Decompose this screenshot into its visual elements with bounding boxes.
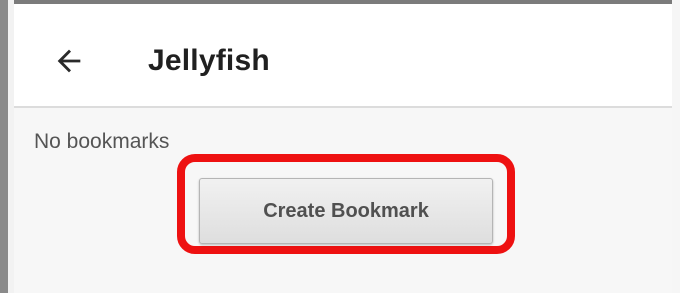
bookmarks-screen: Jellyfish No bookmarks Create Bookmark	[0, 0, 680, 301]
window-left-border	[0, 0, 14, 301]
bookmarks-content: No bookmarks Create Bookmark	[14, 108, 672, 293]
window-right-edge	[672, 0, 680, 301]
page-title: Jellyfish	[148, 44, 270, 77]
empty-state-text: No bookmarks	[34, 130, 170, 153]
arrow-left-icon[interactable]	[52, 44, 86, 78]
create-bookmark-button[interactable]: Create Bookmark	[199, 178, 493, 244]
bottom-strip	[0, 293, 680, 301]
app-bar: Jellyfish	[14, 4, 672, 104]
